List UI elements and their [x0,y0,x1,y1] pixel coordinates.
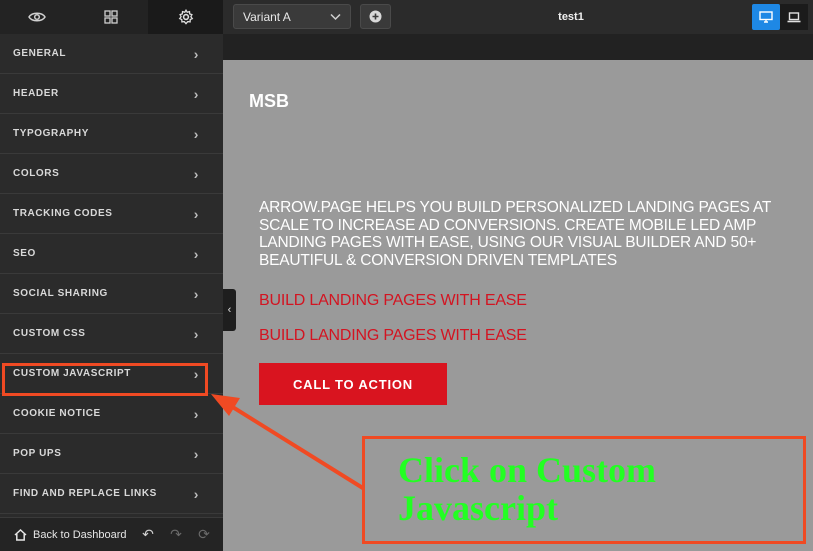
chevron-right-icon: › [193,165,199,182]
eye-icon [28,12,46,22]
variant-select[interactable]: Variant A [233,4,351,29]
gear-icon [178,9,193,25]
menu-item-label: Colors [13,168,60,179]
call-to-action-button[interactable]: CALL TO ACTION [259,363,447,405]
settings-menu: General › Header › Typography › Colors › Tra… [0,34,223,514]
undo-icon: ↶ [142,526,154,542]
sidebar-tabs [0,0,223,34]
menu-item-tracking-codes[interactable]: Tracking Codes › [0,194,223,234]
menu-item-label: Find and Replace Links [13,488,157,499]
menu-item-label: Pop Ups [13,448,62,459]
laptop-view-button[interactable] [780,4,808,30]
highlight-box [2,363,208,396]
tab-sections[interactable] [74,0,148,34]
grid-icon [104,10,118,24]
headline-1: BUILD LANDING PAGES WITH EASE [259,292,527,309]
back-to-dashboard-label: Back to Dashboard [33,528,127,541]
menu-item-label: Typography [13,128,90,139]
chevron-right-icon: › [193,485,199,502]
home-icon [14,528,27,541]
menu-item-seo[interactable]: SEO › [0,234,223,274]
add-variant-button[interactable] [360,4,391,29]
page-brand: MSB [249,91,289,111]
menu-item-label: Social Sharing [13,288,108,299]
back-to-dashboard-link[interactable]: Back to Dashboard [14,528,134,541]
chevron-left-icon: ‹ [227,304,232,316]
hero-paragraph: ARROW.PAGE HELPS YOU BUILD PERSONALIZED … [259,199,771,269]
plus-circle-icon [369,10,382,23]
sidebar-footer: Back to Dashboard ↶ ↷ ⟳ [0,517,223,551]
history-button[interactable]: ⟳ [190,518,218,551]
laptop-icon [787,11,801,22]
menu-item-pop-ups[interactable]: Pop Ups › [0,434,223,474]
menu-item-label: Tracking Codes [13,208,113,219]
chevron-right-icon: › [193,445,199,462]
menu-item-label: Custom CSS [13,328,86,339]
headline-2: BUILD LANDING PAGES WITH EASE [259,327,527,344]
chevron-right-icon: › [193,205,199,222]
menu-item-header[interactable]: Header › [0,74,223,114]
menu-item-label: Cookie Notice [13,408,101,419]
menu-item-find-replace-links[interactable]: Find and Replace Links › [0,474,223,514]
redo-icon: ↷ [170,526,182,542]
menu-item-colors[interactable]: Colors › [0,154,223,194]
menu-item-typography[interactable]: Typography › [0,114,223,154]
chevron-right-icon: › [193,45,199,62]
monitor-icon [759,11,773,23]
undo-button[interactable]: ↶ [134,518,162,551]
redo-button[interactable]: ↷ [162,518,190,551]
chevron-down-icon [330,13,341,21]
history-icon: ⟳ [198,526,210,542]
menu-item-label: General [13,48,67,59]
variant-select-value: Variant A [243,9,291,24]
tab-preview[interactable] [0,0,74,34]
menu-item-cookie-notice[interactable]: Cookie Notice › [0,394,223,434]
tab-settings[interactable] [148,0,223,34]
menu-item-custom-css[interactable]: Custom CSS › [0,314,223,354]
menu-item-label: Header [13,88,59,99]
callout-box: Click on Custom Javascript [362,436,806,544]
desktop-view-button[interactable] [752,4,780,30]
menu-item-general[interactable]: General › [0,34,223,74]
chevron-right-icon: › [193,245,199,262]
editor-topbar: Variant A test1 [223,0,813,34]
menu-item-social-sharing[interactable]: Social Sharing › [0,274,223,314]
chevron-right-icon: › [193,125,199,142]
canvas-header-strip [223,34,813,60]
chevron-right-icon: › [193,85,199,102]
collapse-sidebar-button[interactable]: ‹ [223,289,236,331]
page-name: test1 [558,11,584,23]
chevron-right-icon: › [193,285,199,302]
callout-text: Click on Custom Javascript [398,450,657,528]
menu-item-label: SEO [13,248,36,259]
chevron-right-icon: › [193,325,199,342]
chevron-right-icon: › [193,405,199,422]
settings-sidebar: General › Header › Typography › Colors › Tra… [0,0,223,551]
